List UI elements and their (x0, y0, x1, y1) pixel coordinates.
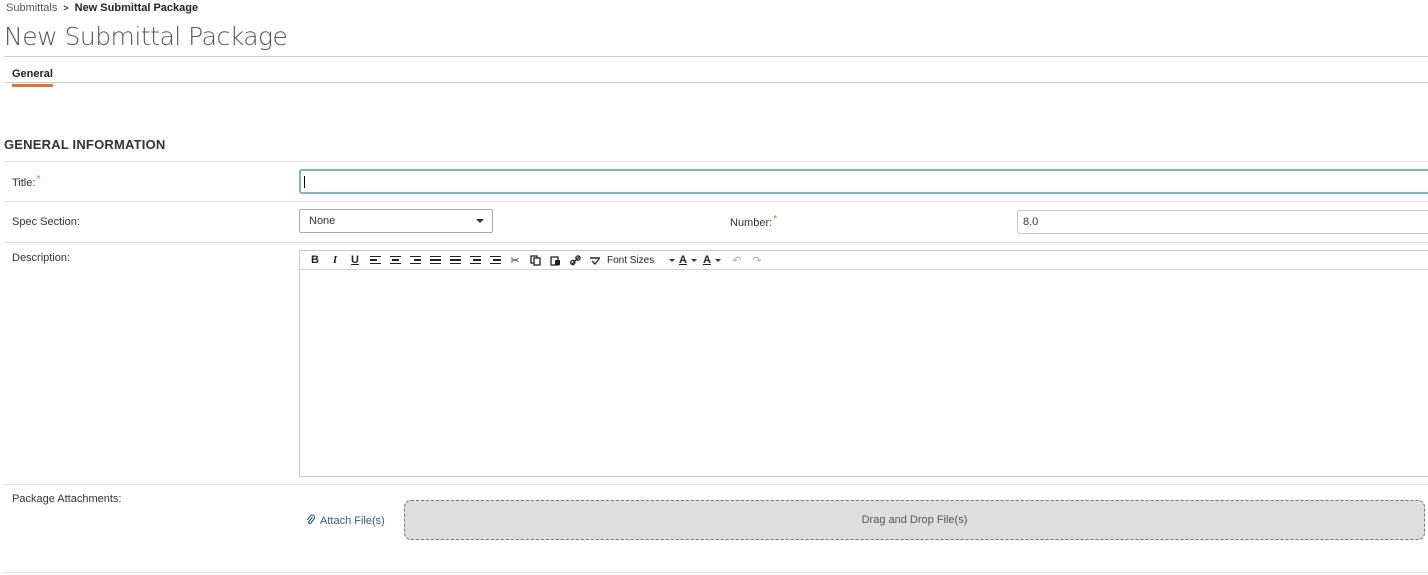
paste-icon[interactable] (545, 252, 565, 268)
file-dropzone[interactable]: Drag and Drop File(s) (404, 500, 1425, 540)
tabs-divider (4, 82, 1428, 83)
font-color-icon: A (679, 254, 687, 266)
highlight-color-picker[interactable]: A (703, 254, 721, 266)
caret-down-icon (714, 258, 721, 262)
title-label-text: Title: (12, 177, 36, 189)
description-rich-text-editor: B I U ✂ Font Sizes A A ↶ ↷ (299, 250, 1428, 477)
title-divider (4, 56, 1428, 57)
underline-icon[interactable]: U (345, 252, 365, 268)
cut-icon[interactable]: ✂ (505, 252, 525, 268)
indent-icon[interactable] (485, 252, 505, 268)
row-divider (4, 201, 1428, 202)
section-heading-general-information: GENERAL INFORMATION (4, 137, 166, 152)
chevron-right-icon: > (63, 3, 69, 13)
caret-down-icon (669, 258, 675, 262)
spec-section-label: Spec Section: (12, 216, 80, 228)
font-sizes-dropdown[interactable]: Font Sizes (607, 255, 679, 266)
required-asterisk: * (773, 214, 778, 225)
bullet-list-icon[interactable] (425, 252, 445, 268)
align-right-icon[interactable] (405, 252, 425, 268)
align-left-icon[interactable] (365, 252, 385, 268)
number-input[interactable]: 8.0 (1017, 210, 1428, 234)
align-center-icon[interactable] (385, 252, 405, 268)
number-label-text: Number: (730, 217, 773, 229)
italic-icon[interactable]: I (325, 252, 345, 268)
spec-section-selected-value: None (309, 215, 336, 227)
tab-bar: General (12, 64, 53, 87)
row-divider (4, 484, 1428, 485)
outdent-icon[interactable] (465, 252, 485, 268)
description-label: Description: (12, 252, 71, 264)
link-icon[interactable] (565, 252, 585, 268)
copy-icon[interactable] (525, 252, 545, 268)
editor-toolbar: B I U ✂ Font Sizes A A ↶ ↷ (300, 251, 1428, 270)
bold-icon[interactable]: B (305, 252, 325, 268)
font-color-picker[interactable]: A (679, 254, 697, 266)
undo-icon[interactable]: ↶ (727, 252, 747, 268)
caret-down-icon (476, 219, 484, 223)
breadcrumb: Submittals > New Submittal Package (6, 2, 198, 14)
description-text-area[interactable] (300, 270, 1428, 476)
title-input[interactable] (299, 169, 1428, 194)
required-asterisk: * (36, 174, 41, 185)
font-sizes-label: Font Sizes (607, 254, 655, 266)
numbered-list-icon[interactable] (445, 252, 465, 268)
package-attachments-label: Package Attachments: (12, 493, 122, 505)
breadcrumb-current: New Submittal Package (74, 2, 199, 14)
caret-down-icon (690, 258, 697, 262)
highlight-color-icon: A (702, 254, 711, 266)
spellcheck-icon[interactable] (585, 252, 605, 268)
page-title: New Submittal Package (4, 22, 288, 51)
row-divider (4, 572, 1428, 573)
attach-files-link[interactable]: Attach File(s) (306, 514, 385, 528)
text-caret (304, 176, 305, 188)
row-divider (4, 161, 1428, 162)
paperclip-icon (306, 514, 316, 528)
breadcrumb-submittals-link[interactable]: Submittals (6, 2, 57, 14)
row-divider (4, 242, 1428, 243)
title-label: Title:* (12, 174, 41, 189)
redo-icon[interactable]: ↷ (747, 252, 767, 268)
attach-files-text: Attach File(s) (320, 515, 385, 527)
tab-general[interactable]: General (12, 68, 53, 87)
number-label: Number:* (730, 214, 778, 229)
spec-section-select[interactable]: None (299, 209, 493, 233)
